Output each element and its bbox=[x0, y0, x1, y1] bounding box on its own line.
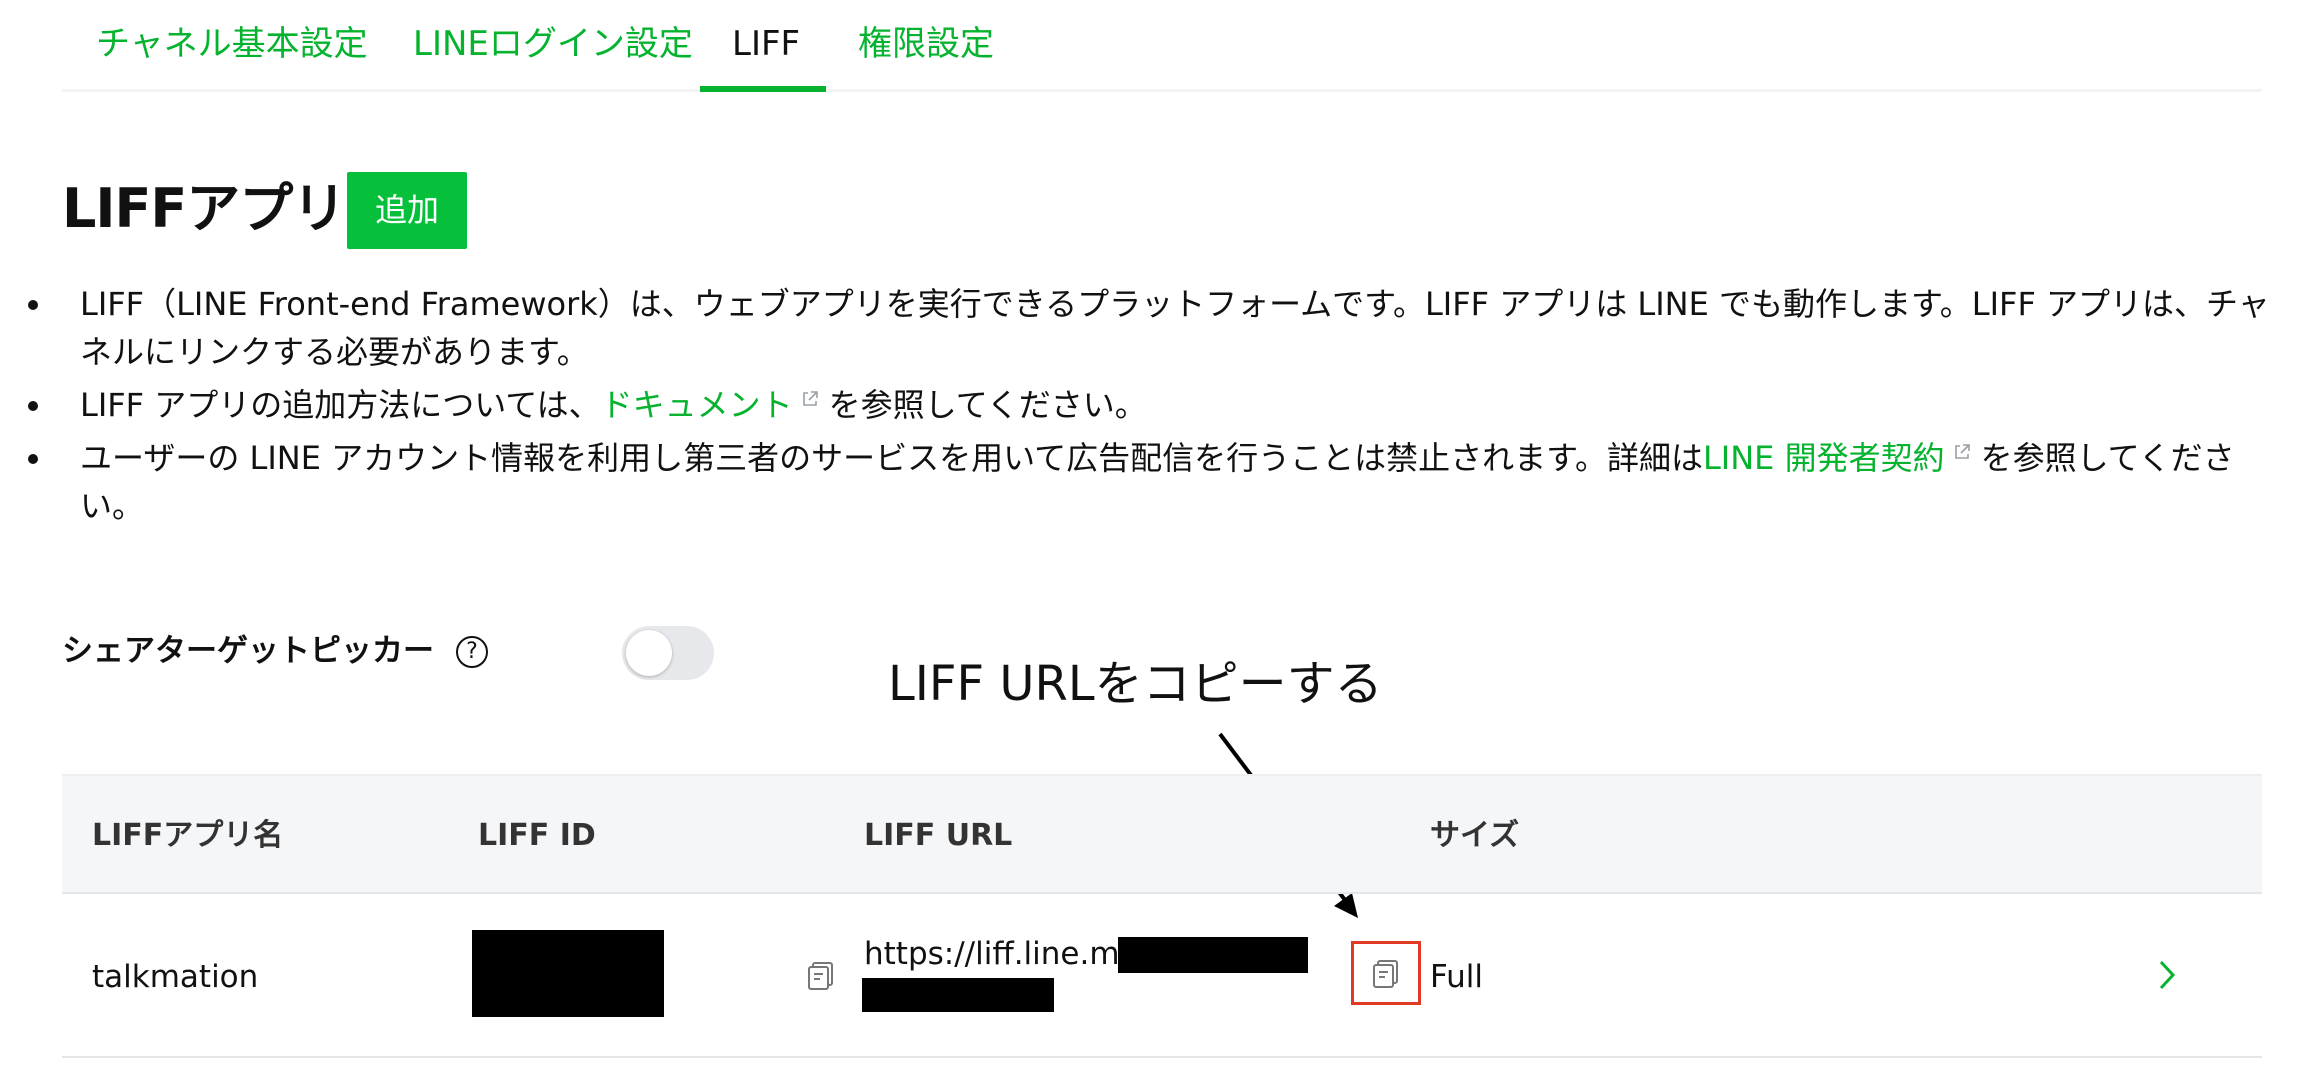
toggle-knob bbox=[626, 630, 672, 676]
chevron-right-icon[interactable] bbox=[2155, 958, 2179, 992]
description-bullet-3: ユーザーの LINE アカウント情報を利用し第三者のサービスを用いて広告配信を行… bbox=[28, 434, 2235, 530]
description-text: を参照してくださ bbox=[1980, 439, 2235, 477]
description-text: LIFF（LINE Front-end Framework）は、ウェブアプリを実… bbox=[80, 285, 2270, 323]
share-target-picker-toggle[interactable] bbox=[622, 626, 714, 680]
add-button[interactable]: 追加 bbox=[347, 172, 467, 249]
liff-app-name: talkmation bbox=[92, 959, 259, 995]
table-row[interactable] bbox=[62, 894, 2262, 1058]
description-text: LIFF アプリの追加方法については、 bbox=[80, 386, 601, 424]
tab-liff[interactable]: LIFF bbox=[732, 22, 800, 90]
tab-permission-settings[interactable]: 権限設定 bbox=[858, 22, 994, 90]
page-title: LIFFアプリ bbox=[62, 177, 346, 240]
share-target-picker-label: シェアターゲットピッカー bbox=[62, 633, 434, 669]
tab-bar: チャネル基本設定 LINEログイン設定 LIFF 権限設定 bbox=[62, 0, 2262, 92]
redacted-liff-id bbox=[472, 930, 664, 1017]
column-header-liff-id: LIFF ID bbox=[478, 818, 596, 853]
column-header-size: サイズ bbox=[1430, 818, 1520, 853]
tab-line-login-settings[interactable]: LINEログイン設定 bbox=[413, 22, 693, 90]
column-header-app-name: LIFFアプリ名 bbox=[92, 818, 284, 853]
documentation-link[interactable]: ドキュメント bbox=[601, 386, 793, 424]
liff-app-size: Full bbox=[1430, 959, 1484, 995]
redacted-liff-url-part1 bbox=[1118, 937, 1308, 973]
copy-liff-url-icon[interactable] bbox=[1371, 959, 1401, 989]
description-text: い。 bbox=[80, 487, 145, 525]
copy-liff-id-icon[interactable] bbox=[806, 961, 836, 991]
tab-channel-basic-settings[interactable]: チャネル基本設定 bbox=[96, 22, 368, 90]
developer-agreement-link[interactable]: LINE 開発者契約 bbox=[1703, 439, 1945, 477]
annotation-text: LIFF URLをコピーする bbox=[888, 656, 1383, 712]
liff-url-text: https://liff.line.me/ bbox=[864, 936, 1150, 972]
external-link-icon bbox=[802, 391, 818, 406]
help-icon[interactable]: ? bbox=[456, 636, 488, 668]
redacted-liff-url-part2 bbox=[862, 978, 1054, 1012]
column-header-liff-url: LIFF URL bbox=[864, 818, 1013, 853]
description-bullet-1: LIFF（LINE Front-end Framework）は、ウェブアプリを実… bbox=[28, 280, 2270, 376]
description-text: ネルにリンクする必要があります。 bbox=[80, 333, 589, 371]
description-bullet-2: LIFF アプリの追加方法については、ドキュメント を参照してください。 bbox=[28, 381, 1147, 429]
external-link-icon bbox=[1954, 444, 1970, 459]
description-text: を参照してください。 bbox=[828, 386, 1147, 424]
description-text: ユーザーの LINE アカウント情報を利用し第三者のサービスを用いて広告配信を行… bbox=[80, 439, 1703, 477]
liff-table-header: LIFFアプリ名 LIFF ID LIFF URL サイズ bbox=[62, 774, 2262, 894]
active-tab-indicator bbox=[700, 86, 826, 92]
